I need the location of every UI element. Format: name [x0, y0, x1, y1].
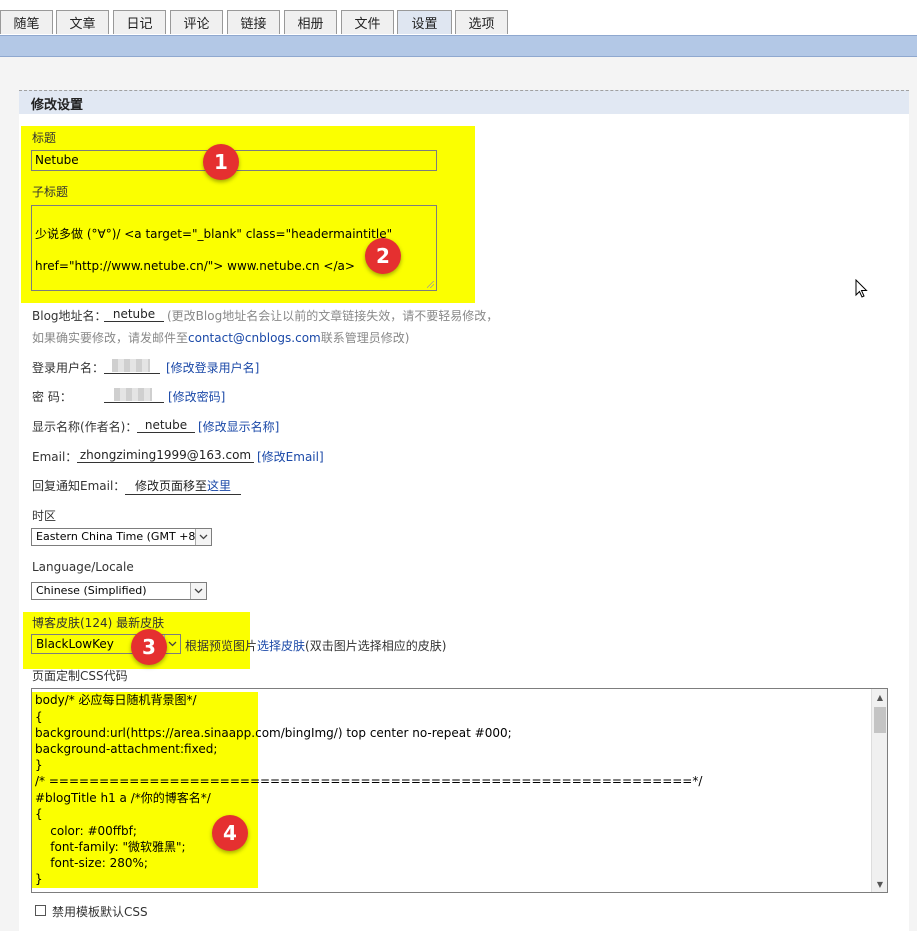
resize-grip-icon[interactable]: [427, 281, 434, 288]
change-display-name-link[interactable]: [修改显示名称]: [198, 418, 279, 435]
language-selected-value: Chinese (Simplified): [36, 584, 147, 597]
login-user-value: [104, 358, 160, 374]
tab-label: 设置: [411, 17, 438, 32]
css-line: }: [35, 758, 43, 772]
tab-options[interactable]: 选项: [455, 10, 508, 34]
tab-comment[interactable]: 评论: [170, 10, 223, 34]
skin-hint: 根据预览图片选择皮肤(双击图片选择相应的皮肤): [185, 637, 446, 654]
tab-diary[interactable]: 日记: [113, 10, 166, 34]
skin-hint-text: (双击图片选择相应的皮肤): [305, 639, 447, 653]
timezone-selected-value: Eastern China Time (GMT +8): [36, 530, 200, 543]
change-password-link[interactable]: [修改密码]: [168, 388, 225, 405]
display-name-label: 显示名称(作者名)：: [32, 420, 138, 434]
skin-selected-value: BlackLowKey: [36, 637, 114, 651]
css-line: #blogTitle h1 a /*你的博客名*/: [35, 791, 211, 805]
tab-settings[interactable]: 设置: [397, 10, 452, 34]
tab-label: 文件: [354, 17, 381, 32]
redacted-password: [114, 388, 152, 401]
tab-links[interactable]: 链接: [227, 10, 280, 34]
css-line: font-family: "微软雅黑";: [35, 840, 186, 854]
annotation-badge-3: 3: [131, 629, 167, 665]
annotation-badge-2: 2: [365, 238, 401, 274]
change-login-user-link[interactable]: [修改登录用户名]: [166, 359, 259, 376]
scroll-up-icon[interactable]: ▲: [872, 689, 887, 705]
chevron-down-icon: [190, 583, 206, 599]
title-label: 标题: [32, 131, 57, 145]
disable-default-css-label: 禁用模板默认CSS: [52, 905, 148, 919]
blog-address-label: Blog地址名：: [32, 309, 107, 323]
section-header: 修改设置: [19, 90, 909, 114]
css-line: background:url(https://area.sinaapp.com/…: [35, 726, 512, 740]
css-line: background-attachment:fixed;: [35, 742, 218, 756]
css-line: {: [35, 807, 43, 821]
blog-address-note: (更改Blog地址名会让以前的文章链接失效，请不要轻易修改，: [167, 309, 499, 323]
css-line: }: [35, 872, 43, 886]
css-line: color: #00ffbf;: [35, 824, 137, 838]
section-title: 修改设置: [31, 98, 84, 113]
language-label: Language/Locale: [32, 560, 134, 574]
css-line: body/* 必应每日随机背景图*/: [35, 693, 197, 707]
css-textarea[interactable]: body/* 必应每日随机背景图*/ { background:url(http…: [31, 688, 888, 893]
annotation-badge-1: 1: [203, 144, 239, 180]
password-label: 密 码：: [32, 390, 72, 404]
tab-label: 日记: [126, 17, 153, 32]
mouse-pointer-icon: [855, 278, 868, 302]
tab-underline-band: [0, 35, 917, 57]
css-line: font-size: 280%;: [35, 856, 148, 870]
tab-label: 随笔: [13, 17, 40, 32]
tab-files[interactable]: 文件: [341, 10, 394, 34]
disable-default-css-checkbox[interactable]: [35, 905, 46, 916]
reply-email-label: 回复通知Email：: [32, 479, 126, 493]
reply-email-text: 修改页面移至: [134, 479, 207, 493]
blog-address-value: netube: [104, 307, 164, 322]
tab-album[interactable]: 相册: [284, 10, 337, 34]
tab-essay[interactable]: 随笔: [0, 10, 53, 34]
email-value: zhongziming1999@163.com: [77, 448, 254, 463]
choose-skin-link[interactable]: 选择皮肤: [257, 639, 305, 653]
tab-article[interactable]: 文章: [56, 10, 109, 34]
tab-label: 链接: [240, 17, 267, 32]
css-line: /* =====================================…: [35, 774, 703, 788]
timezone-label: 时区: [32, 509, 57, 523]
scroll-thumb[interactable]: [874, 707, 886, 733]
tab-label: 相册: [297, 17, 324, 32]
tab-label: 选项: [468, 17, 495, 32]
css-label: 页面定制CSS代码: [32, 669, 128, 683]
tab-label: 文章: [69, 17, 96, 32]
display-name-value: netube: [137, 418, 195, 433]
note-text: 如果确实要修改，请发邮件至: [32, 331, 189, 345]
timezone-select[interactable]: Eastern China Time (GMT +8): [31, 528, 212, 546]
note-text: 联系管理员修改): [320, 331, 410, 345]
subtitle-label: 子标题: [32, 185, 69, 199]
scroll-down-icon[interactable]: ▼: [872, 876, 887, 892]
change-email-link[interactable]: [修改Email]: [257, 448, 324, 465]
skin-hint-text: 根据预览图片: [185, 639, 258, 653]
tab-bar: 随笔 文章 日记 评论 链接 相册 文件 设置 选项: [0, 0, 917, 35]
reply-email-here-link[interactable]: 这里: [207, 479, 231, 493]
tab-label: 评论: [183, 17, 210, 32]
settings-form: 标题 Netube 子标题 少说多做 (°∀°)/ <a target="_bl…: [19, 114, 909, 931]
language-select[interactable]: Chinese (Simplified): [31, 582, 207, 600]
redacted-username: [112, 359, 150, 372]
login-user-label: 登录用户名：: [32, 361, 105, 375]
reply-email-value: 修改页面移至这里: [125, 477, 241, 495]
css-line: {: [35, 710, 43, 724]
blog-address-note-2: 如果确实要修改，请发邮件至contact@cnblogs.com联系管理员修改): [32, 329, 409, 346]
css-scrollbar[interactable]: ▲ ▼: [871, 689, 887, 892]
email-label: Email：: [32, 450, 78, 464]
chevron-down-icon: [195, 529, 211, 545]
contact-email-link[interactable]: contact@cnblogs.com: [188, 331, 321, 345]
password-value: [104, 387, 164, 403]
annotation-badge-4: 4: [212, 815, 248, 851]
